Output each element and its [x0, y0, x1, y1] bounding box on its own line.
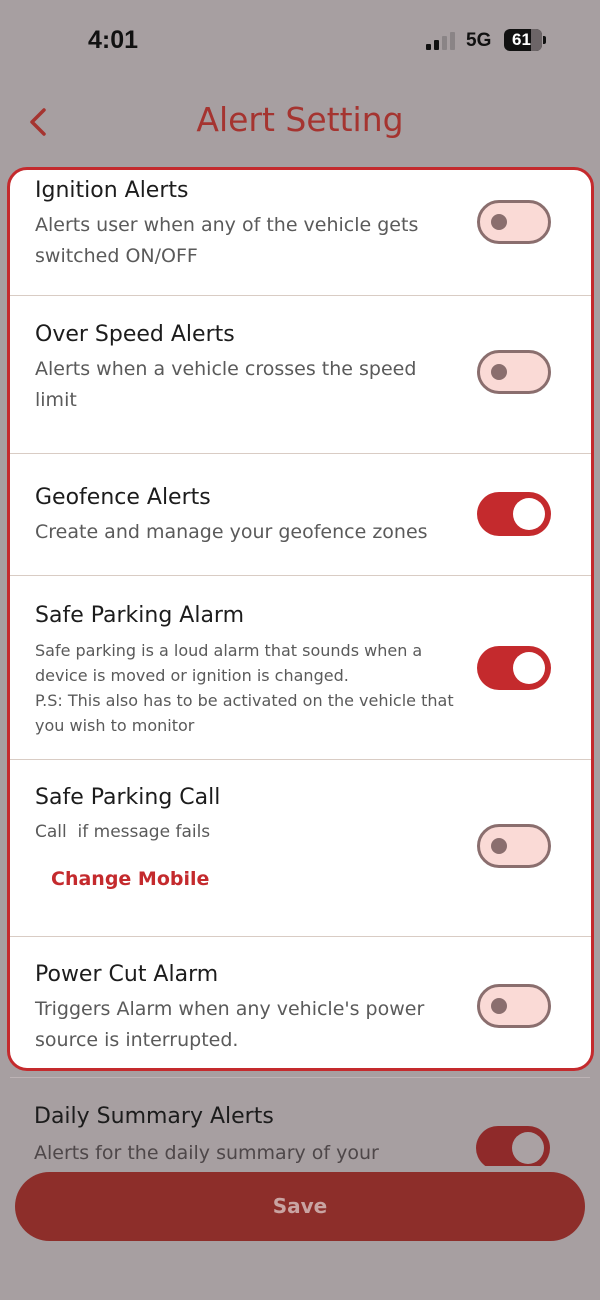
status-bar: 4:01 5G 61	[0, 0, 600, 80]
safe-parking-alarm-toggle[interactable]	[477, 646, 551, 690]
battery-level: 61	[512, 30, 531, 49]
toggle-knob	[491, 364, 507, 380]
alert-item-power-cut: Power Cut Alarm Triggers Alarm when any …	[10, 937, 591, 1068]
toggle-knob	[513, 498, 545, 530]
alert-item-geofence: Geofence Alerts Create and manage your g…	[10, 454, 591, 576]
safe-parking-call-toggle[interactable]	[477, 824, 551, 868]
alert-title: Safe Parking Alarm	[35, 603, 245, 628]
alert-item-over-speed: Over Speed Alerts Alerts when a vehicle …	[10, 296, 591, 454]
toggle-knob	[491, 998, 507, 1014]
toggle-knob	[512, 1132, 544, 1164]
alert-item-ignition: Ignition Alerts Alerts user when any of …	[10, 170, 591, 296]
alert-description: Alerts user when any of the vehicle gets…	[35, 214, 419, 267]
ignition-alerts-toggle[interactable]	[477, 200, 551, 244]
alert-item-safe-parking-call: Safe Parking Call Call if message fails …	[10, 760, 591, 937]
divider	[10, 1077, 590, 1078]
power-cut-alarm-toggle[interactable]	[477, 984, 551, 1028]
alert-description: Call if message fails	[35, 822, 211, 842]
alert-title: Safe Parking Call	[35, 785, 221, 810]
battery-icon: 61	[504, 29, 546, 51]
alert-title: Over Speed Alerts	[35, 322, 235, 347]
save-button[interactable]: Save	[15, 1172, 585, 1241]
toggle-knob	[491, 838, 507, 854]
page-title: Alert Setting	[196, 100, 404, 139]
alert-description: Triggers Alarm when any vehicle's power …	[35, 998, 425, 1051]
alert-item-safe-parking-alarm: Safe Parking Alarm Safe parking is a lou…	[10, 576, 591, 760]
header: Alert Setting	[0, 80, 600, 162]
network-type: 5G	[466, 30, 492, 51]
toggle-knob	[513, 652, 545, 684]
alert-title: Ignition Alerts	[35, 178, 189, 203]
toggle-knob	[491, 214, 507, 230]
alert-item-daily-summary: Daily Summary Alerts Alerts for the dail…	[0, 1071, 600, 1166]
geofence-alerts-toggle[interactable]	[477, 492, 551, 536]
signal-strength-icon	[426, 32, 456, 50]
over-speed-alerts-toggle[interactable]	[477, 350, 551, 394]
alert-description: Safe parking is a loud alarm that sounds…	[35, 641, 454, 735]
alert-settings-panel: Ignition Alerts Alerts user when any of …	[7, 167, 594, 1071]
alert-title: Daily Summary Alerts	[34, 1104, 274, 1129]
change-mobile-link[interactable]: Change Mobile	[51, 868, 209, 890]
daily-summary-alerts-toggle[interactable]	[476, 1126, 550, 1166]
alert-description: Alerts when a vehicle crosses the speed …	[35, 358, 417, 411]
alert-title: Power Cut Alarm	[35, 962, 219, 987]
alert-description: Alerts for the daily summary of your	[34, 1142, 379, 1164]
alert-description: Create and manage your geofence zones	[35, 521, 428, 543]
alert-title: Geofence Alerts	[35, 485, 211, 510]
status-time: 4:01	[88, 26, 139, 54]
